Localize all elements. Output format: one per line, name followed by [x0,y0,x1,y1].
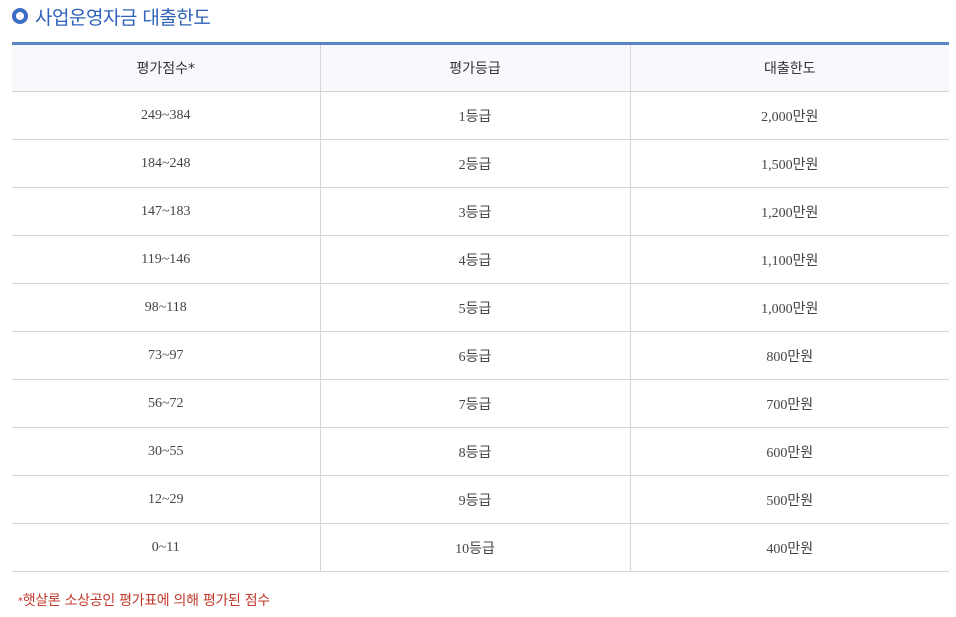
limit-cell: 1,000만원 [629,283,949,332]
score-cell: 0~11 [12,523,320,572]
grade-cell: 1등급 [319,91,630,140]
limit-cell: 500만원 [629,475,949,524]
table-row: 30~55 8등급 600만원 [12,427,949,476]
score-cell: 73~97 [12,331,320,380]
score-cell: 147~183 [12,187,320,236]
table-header-row: 평가점수* 평가등급 대출한도 [12,43,949,92]
limit-cell: 1,100만원 [629,235,949,284]
grade-cell: 8등급 [319,427,630,476]
grade-cell: 4등급 [319,235,630,284]
score-cell: 249~384 [12,91,320,140]
score-cell: 184~248 [12,139,320,188]
grade-cell: 3등급 [319,187,630,236]
limit-cell: 2,000만원 [629,91,949,140]
table-row: 12~29 9등급 500만원 [12,475,949,524]
grade-cell: 6등급 [319,331,630,380]
table-row: 98~118 5등급 1,000만원 [12,283,949,332]
table-row: 147~183 3등급 1,200만원 [12,187,949,236]
limit-cell: 1,500만원 [629,139,949,188]
limit-cell: 700만원 [629,379,949,428]
table-row: 119~146 4등급 1,100만원 [12,235,949,284]
limit-cell: 600만원 [629,427,949,476]
header-limit: 대출한도 [629,43,949,92]
score-cell: 98~118 [12,283,320,332]
page-title: 사업운영자금 대출한도 [35,6,211,29]
grade-cell: 5등급 [319,283,630,332]
score-cell: 56~72 [12,379,320,428]
table-row: 249~384 1등급 2,000만원 [12,91,949,140]
header-grade: 평가등급 [319,43,630,92]
grade-cell: 10등급 [319,523,630,572]
grade-cell: 2등급 [319,139,630,188]
score-cell: 12~29 [12,475,320,524]
table-row: 0~11 10등급 400만원 [12,523,949,572]
score-cell: 119~146 [12,235,320,284]
score-cell: 30~55 [12,427,320,476]
footnote-text: 햇살론 소상공인 평가표에 의해 평가된 점수 [22,593,271,609]
limit-cell: 1,200만원 [629,187,949,236]
loan-limit-table: 평가점수* 평가등급 대출한도 249~384 1등급 2,000만원 184~… [12,42,949,572]
circle-bullet-icon [12,8,28,24]
limit-cell: 400만원 [629,523,949,572]
table-row: 73~97 6등급 800만원 [12,331,949,380]
grade-cell: 7등급 [319,379,630,428]
limit-cell: 800만원 [629,331,949,380]
header-score: 평가점수* [12,43,320,92]
footnote: *햇살론 소상공인 평가표에 의해 평가된 점수 [18,590,270,610]
section-title: 사업운영자금 대출한도 [12,2,211,30]
table-row: 184~248 2등급 1,500만원 [12,139,949,188]
table-row: 56~72 7등급 700만원 [12,379,949,428]
grade-cell: 9등급 [319,475,630,524]
